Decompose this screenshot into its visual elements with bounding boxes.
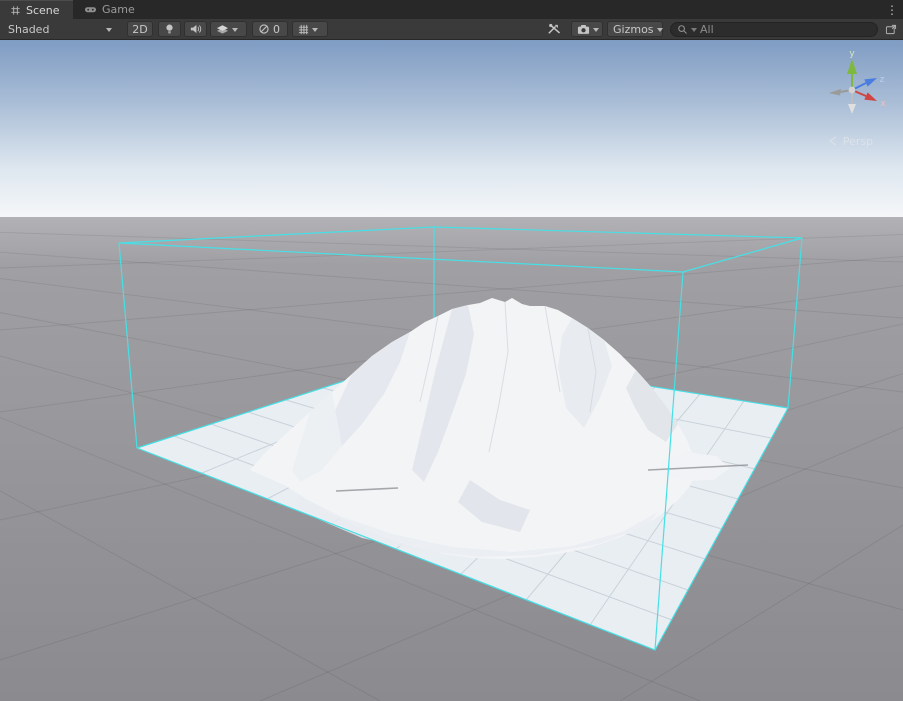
hidden-objects-count: 0 (273, 23, 280, 36)
draw-mode-dropdown[interactable]: Shaded (2, 21, 118, 37)
chevron-down-icon (312, 28, 318, 32)
scene-grid-icon (10, 5, 21, 16)
axis-y-label: y (849, 49, 855, 59)
draw-mode-label: Shaded (8, 23, 49, 36)
component-tools-button[interactable] (541, 21, 567, 37)
speaker-icon (189, 23, 202, 35)
mode-2d-label: 2D (132, 23, 147, 36)
projection-label: Persp (843, 135, 873, 148)
gizmos-label: Gizmos (613, 23, 654, 36)
overlay-popout-button[interactable] (881, 21, 901, 37)
grid-lines-icon (298, 24, 309, 35)
tab-bar: Scene Game ⋮ (0, 0, 903, 19)
sky (0, 40, 903, 217)
chevron-down-icon (657, 28, 663, 32)
window-menu-button[interactable]: ⋮ (885, 1, 899, 18)
scene-viewport[interactable]: y z x Persp (0, 40, 903, 701)
magnifier-icon (677, 24, 688, 35)
camera-icon (577, 24, 590, 35)
scene-search-field[interactable]: All (670, 22, 878, 37)
mode-2d-toggle[interactable]: 2D (127, 21, 153, 37)
axis-z-label: z (880, 75, 885, 85)
camera-settings-dropdown[interactable] (571, 21, 603, 37)
menu-ellipsis-icon: ⋮ (886, 3, 898, 17)
tab-game-label: Game (102, 3, 135, 16)
scene-toolbar: Shaded 2D 0 (0, 19, 903, 40)
tab-scene-label: Scene (26, 4, 60, 17)
effects-dropdown[interactable] (210, 21, 247, 37)
grid-visibility-dropdown[interactable] (292, 21, 328, 37)
chevron-down-icon (106, 28, 112, 32)
chevron-down-icon (593, 28, 599, 32)
tab-game[interactable]: Game (74, 0, 144, 19)
unity-scene-window: Scene Game ⋮ Shaded 2D (0, 0, 903, 701)
lighting-toggle[interactable] (158, 21, 181, 37)
crossed-circle-icon (258, 23, 270, 35)
layers-icon (216, 23, 229, 35)
hidden-objects-toggle[interactable]: 0 (252, 21, 288, 37)
search-filter-chevron-icon (691, 28, 697, 32)
search-filter-value: All (700, 23, 714, 36)
gizmos-dropdown[interactable]: Gizmos (607, 21, 663, 37)
audio-toggle[interactable] (184, 21, 207, 37)
popout-icon (885, 24, 897, 35)
tab-scene[interactable]: Scene (0, 0, 73, 19)
wrench-hammer-icon (547, 23, 562, 35)
bulb-icon (164, 23, 175, 36)
axis-x-label: x (880, 99, 886, 109)
gamepad-icon (84, 4, 97, 15)
gizmo-center-cube[interactable] (849, 87, 856, 94)
chevron-down-icon (232, 28, 238, 32)
